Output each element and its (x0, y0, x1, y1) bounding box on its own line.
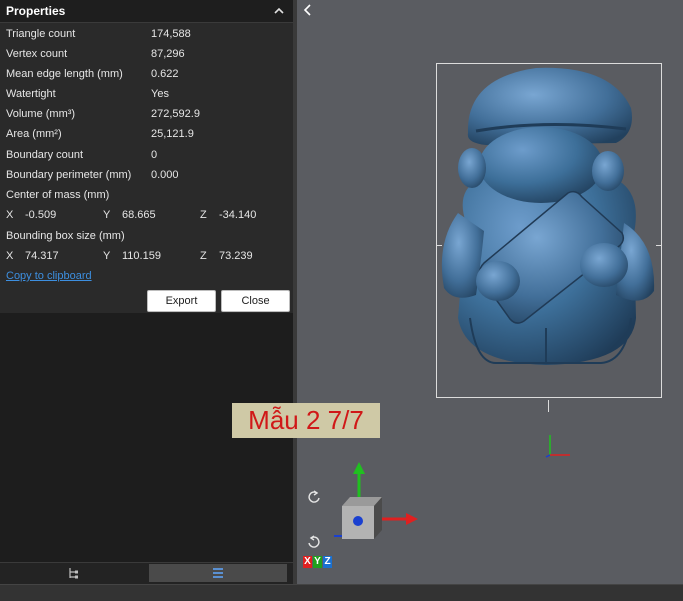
watermark-label: Mẫu 2 7/7 (232, 403, 380, 438)
bbox-x-value: 74.317 (25, 250, 59, 262)
com-y-value: 68.665 (122, 209, 156, 221)
chevron-up-icon[interactable] (270, 2, 288, 20)
volume-value: 272,592.9 (151, 108, 200, 120)
export-button[interactable]: Export (147, 290, 216, 312)
tab-list[interactable] (149, 564, 287, 582)
area-label: Area (mm²) (6, 128, 62, 140)
properties-panel: Properties Triangle count 174,588 Vertex… (0, 0, 293, 313)
vertex-count-label: Vertex count (6, 48, 68, 60)
com-y-label: Y (103, 209, 111, 221)
area-value: 25,121.9 (151, 128, 194, 140)
com-z-label: Z (200, 209, 207, 221)
bbox-tick-left (436, 245, 442, 246)
tree-icon (67, 567, 79, 579)
mean-edge-length-value: 0.622 (151, 68, 179, 80)
bbox-z-value: 73.239 (219, 250, 253, 262)
watertight-label: Watertight (6, 88, 56, 100)
boundary-perimeter-value: 0.000 (151, 169, 179, 181)
bounding-box-outline (436, 63, 662, 398)
axis-y-label: Y (313, 556, 322, 568)
copy-to-clipboard-link[interactable]: Copy to clipboard (6, 268, 92, 284)
volume-label: Volume (mm³) (6, 108, 76, 120)
tab-tree[interactable] (8, 564, 138, 582)
panel-header[interactable]: Properties (0, 0, 293, 23)
close-button[interactable]: Close (221, 290, 290, 312)
boundary-count-value: 0 (151, 149, 158, 161)
bbox-tick-right (656, 245, 662, 246)
bounding-box-label: Bounding box size (mm) (6, 230, 125, 242)
center-of-mass-label: Center of mass (mm) (6, 189, 110, 201)
list-icon (212, 567, 224, 579)
axis-x-label: X (303, 556, 312, 568)
bbox-x-label: X (6, 250, 14, 262)
bbox-y-value: 110.159 (122, 250, 161, 262)
axis-z-label: Z (323, 556, 332, 568)
view-cube-icon[interactable] (334, 458, 422, 548)
chevron-left-icon[interactable] (303, 4, 315, 18)
status-bar (0, 584, 683, 601)
panel-title: Properties (6, 4, 66, 18)
bbox-z-label: Z (200, 250, 207, 262)
bbox-y-label: Y (103, 250, 111, 262)
mean-edge-length-label: Mean edge length (mm) (6, 68, 123, 80)
watertight-value: Yes (151, 88, 169, 100)
scene-axis-icon (545, 435, 570, 458)
boundary-count-label: Boundary count (6, 149, 84, 161)
rotate-cw-icon[interactable] (306, 489, 322, 509)
com-x-label: X (6, 209, 14, 221)
rotate-ccw-icon[interactable] (306, 534, 322, 554)
com-x-value: -0.509 (25, 209, 57, 221)
triangle-count-label: Triangle count (6, 28, 76, 40)
com-z-value: -34.140 (219, 209, 257, 221)
bbox-tick-bottom (548, 400, 549, 412)
boundary-perimeter-label: Boundary perimeter (mm) (6, 169, 132, 181)
triangle-count-value: 174,588 (151, 28, 191, 40)
vertex-count-value: 87,296 (151, 48, 185, 60)
